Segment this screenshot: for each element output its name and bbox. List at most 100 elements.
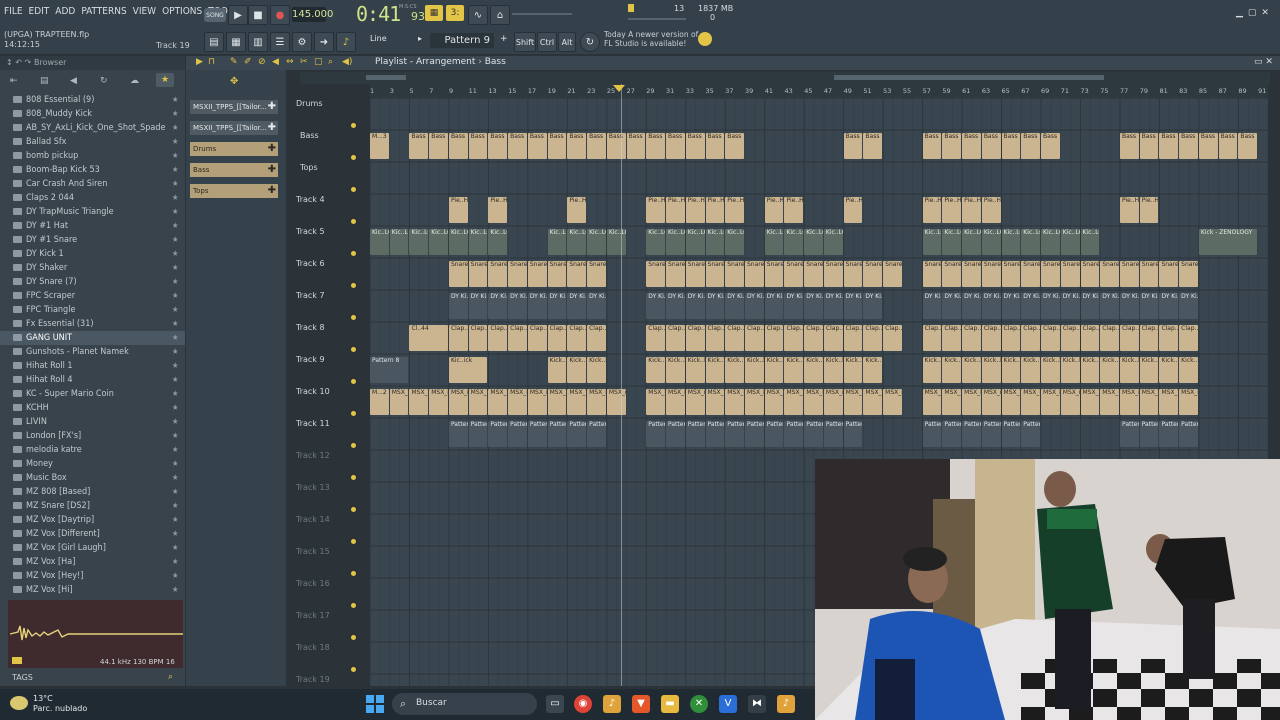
clip[interactable]: Pie..Hat — [843, 197, 863, 223]
clip[interactable]: Kick..Kick — [1100, 357, 1119, 383]
clip[interactable]: Kic..LOGY — [1021, 229, 1041, 255]
clip[interactable]: Kic..LOGY — [429, 229, 448, 255]
clip[interactable]: DY Ki..#2 — [646, 293, 666, 319]
picker-item[interactable]: Tops ✚ — [190, 184, 278, 198]
browser-item[interactable]: Fx Essential (31) ★ — [0, 317, 185, 331]
clip[interactable]: Pattern 9 — [1159, 421, 1179, 447]
clip[interactable]: Kic..LOGY — [1041, 229, 1060, 255]
star-icon[interactable]: ★ — [172, 303, 178, 317]
clip[interactable]: Kic..LOGY — [922, 229, 942, 255]
alt-button[interactable]: Alt — [558, 32, 576, 52]
clip[interactable]: MSX_rt_2 — [962, 389, 981, 415]
play-button[interactable]: ▶ — [228, 5, 248, 25]
clip[interactable]: Snare — [843, 261, 863, 287]
clip[interactable]: Clap..044 — [922, 325, 942, 351]
clip[interactable]: MSX_rt_2 — [567, 389, 587, 415]
clip[interactable]: M...3 — [370, 133, 389, 159]
track-enable-icon[interactable] — [351, 475, 356, 480]
track-enable-icon[interactable] — [351, 251, 356, 256]
browser-item[interactable]: DY Snare (7) ★ — [0, 275, 185, 289]
clip[interactable]: MSX_rt_2 — [823, 389, 843, 415]
clip[interactable]: Clap..044 — [1001, 325, 1021, 351]
clip[interactable]: Kick..Kick — [567, 357, 587, 383]
clip[interactable]: Pattern 9 — [942, 421, 962, 447]
clip[interactable]: Pie..Hat — [784, 197, 804, 223]
clip[interactable]: Pattern 9 — [962, 421, 981, 447]
news-icon[interactable]: ↻ — [580, 32, 600, 52]
clip[interactable]: MSX_rt_2 — [804, 389, 823, 415]
clip[interactable]: Bass — [1021, 133, 1041, 159]
star-icon[interactable]: ★ — [172, 261, 178, 275]
clip[interactable]: DY Ki..#2 — [1060, 293, 1080, 319]
star-icon[interactable]: ★ — [172, 177, 178, 191]
microphone-icon[interactable]: ♪ — [336, 32, 356, 52]
clip[interactable]: Pattern 9 — [448, 421, 468, 447]
clip[interactable]: Kick - ZENOLOGY — [1198, 229, 1258, 255]
capcut-icon[interactable]: ⧓ — [748, 695, 766, 713]
track-enable-icon[interactable] — [351, 379, 356, 384]
clip[interactable]: Snare — [1119, 261, 1139, 287]
clip[interactable]: MSX_rt_2 — [1080, 389, 1100, 415]
clip[interactable]: DY Ki..#2 — [843, 293, 863, 319]
clip[interactable]: Pattern 9 — [744, 421, 764, 447]
browser-item[interactable]: MZ Vox [Different] ★ — [0, 527, 185, 541]
star-icon[interactable]: ★ — [172, 415, 178, 429]
browser-item[interactable]: DY #1 Snare ★ — [0, 233, 185, 247]
clip[interactable]: Clap..044 — [547, 325, 567, 351]
clip[interactable]: Snare — [1001, 261, 1021, 287]
pitch-slider[interactable] — [628, 18, 686, 20]
clip[interactable]: Pattern 9 — [705, 421, 725, 447]
clip[interactable]: MSX_rt_2 — [1021, 389, 1041, 415]
pattern-add-icon[interactable]: + — [500, 34, 508, 44]
star-icon[interactable]: ★ — [172, 121, 178, 135]
clip[interactable]: Clap..044 — [448, 325, 468, 351]
clip[interactable]: Bass — [468, 133, 488, 159]
clip[interactable]: Clap..044 — [823, 325, 843, 351]
clip[interactable]: MSX_rt_2 — [389, 389, 409, 415]
star-icon[interactable]: ★ — [172, 275, 178, 289]
clip[interactable]: Snare — [488, 261, 508, 287]
shift-button[interactable]: Shift — [514, 32, 536, 52]
menu-view[interactable]: VIEW — [133, 6, 156, 17]
clip[interactable]: Pattern 9 — [1119, 421, 1139, 447]
delete-icon[interactable]: ⊘ — [258, 57, 266, 67]
clip[interactable]: Snare — [804, 261, 823, 287]
clip[interactable]: Clap..044 — [1080, 325, 1100, 351]
clip[interactable]: Snare — [1080, 261, 1100, 287]
star-icon[interactable]: ★ — [172, 401, 178, 415]
clip[interactable]: Snare — [922, 261, 942, 287]
clip[interactable]: Kick..Kick — [587, 357, 606, 383]
clip[interactable]: Bass — [1179, 133, 1198, 159]
clip[interactable]: Kick..Kick — [962, 357, 981, 383]
clip[interactable]: Clap..044 — [764, 325, 784, 351]
clip[interactable]: Kic..LOGY — [784, 229, 804, 255]
clip[interactable]: Clap..044 — [1041, 325, 1060, 351]
star-icon[interactable]: ★ — [172, 135, 178, 149]
track-label[interactable]: Track 10 — [296, 387, 330, 396]
clip[interactable]: Clap..044 — [804, 325, 823, 351]
picker-item[interactable]: Drums ✚ — [190, 142, 278, 156]
clip[interactable]: Clap..044 — [1139, 325, 1159, 351]
clip[interactable]: Bass — [508, 133, 527, 159]
star-icon[interactable]: ★ — [172, 569, 178, 583]
news-panel[interactable]: Today A newer version of FL Studio is av… — [604, 30, 698, 48]
pattern-arrow-icon[interactable]: ▸ — [418, 34, 422, 43]
star-icon[interactable]: ★ — [172, 191, 178, 205]
track-label[interactable]: Track 5 — [296, 227, 325, 236]
star-icon[interactable]: ★ — [172, 289, 178, 303]
clip[interactable]: Pattern 9 — [804, 421, 823, 447]
star-icon[interactable]: ★ — [172, 107, 178, 121]
clip[interactable]: Pie..Hat — [962, 197, 981, 223]
clip[interactable]: MSX_rt_2 — [981, 389, 1001, 415]
clip[interactable]: Kick..Kick — [843, 357, 863, 383]
playlist-play-icon[interactable]: ▶ — [196, 57, 203, 67]
mute-icon[interactable]: ◀ — [272, 57, 279, 67]
clip[interactable]: Snare — [587, 261, 606, 287]
browser-item[interactable]: Gunshots - Planet Namek ★ — [0, 345, 185, 359]
clip[interactable]: Pattern 9 — [646, 421, 666, 447]
master-volume-slider[interactable] — [512, 13, 572, 15]
loop-record-icon[interactable]: ⌂ — [490, 5, 510, 25]
clip[interactable]: Clap..044 — [883, 325, 902, 351]
clip[interactable]: Pie..Hat — [725, 197, 744, 223]
clip[interactable]: MSX_rt_2 — [843, 389, 863, 415]
